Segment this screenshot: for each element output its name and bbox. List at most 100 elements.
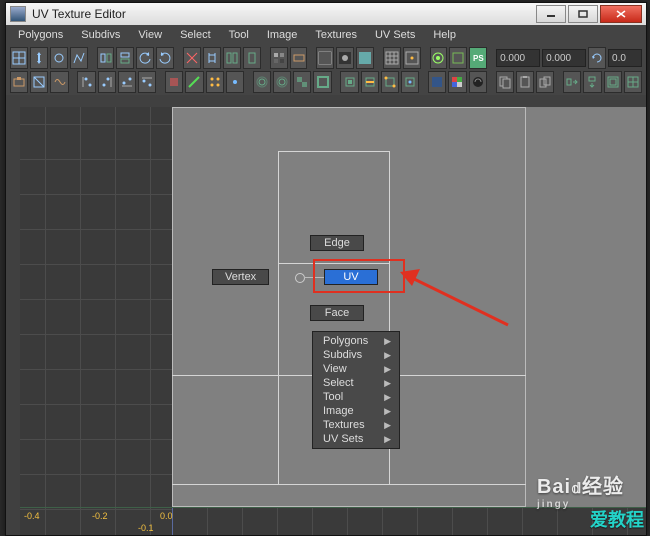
ctx-item-image[interactable]: Image▶ xyxy=(313,404,399,418)
marking-menu-vertex[interactable]: Vertex xyxy=(212,269,269,285)
tool-texture-view[interactable] xyxy=(428,71,446,93)
tool-ps-link[interactable]: PS xyxy=(469,47,487,69)
tool-convert-face[interactable] xyxy=(340,71,358,93)
ctx-item-subdivs[interactable]: Subdivs▶ xyxy=(313,348,399,362)
tool-shrink[interactable] xyxy=(273,71,291,93)
tool-cycle-v[interactable] xyxy=(583,71,601,93)
ctx-item-view[interactable]: View▶ xyxy=(313,362,399,376)
maximize-button[interactable] xyxy=(568,5,598,23)
ctx-item-uvsets[interactable]: UV Sets▶ xyxy=(313,432,399,446)
tool-shell[interactable] xyxy=(293,71,311,93)
marking-menu-face[interactable]: Face xyxy=(310,305,364,321)
tool-relax[interactable] xyxy=(50,71,68,93)
watermark-site: 爱教程 xyxy=(590,506,644,532)
tool-convert-edge[interactable] xyxy=(361,71,379,93)
shell-edge-2 xyxy=(278,375,279,485)
tool-move-sew[interactable] xyxy=(243,47,261,69)
maximize-icon xyxy=(578,10,588,18)
grid-neg-u xyxy=(20,107,172,535)
tool-normalize[interactable] xyxy=(604,71,622,93)
tool-convert-uv[interactable] xyxy=(401,71,419,93)
menu-help[interactable]: Help xyxy=(425,27,464,43)
tick-bottom: -0.1 xyxy=(138,523,154,533)
tool-select-shortest[interactable] xyxy=(70,47,88,69)
tool-duplicate[interactable] xyxy=(536,71,554,93)
tool-uv-snapshot[interactable] xyxy=(10,71,28,93)
tool-toggle-grid[interactable] xyxy=(383,47,401,69)
tool-edge-color[interactable] xyxy=(449,47,467,69)
tool-sel-vertex[interactable] xyxy=(206,71,224,93)
tool-uv-lattice[interactable] xyxy=(10,47,28,69)
toolbar-row-1: PS xyxy=(10,47,642,69)
tool-display-image[interactable] xyxy=(316,47,334,69)
tool-border[interactable] xyxy=(313,71,331,93)
tool-sew-uv[interactable] xyxy=(203,47,221,69)
tool-grow[interactable] xyxy=(253,71,271,93)
tool-flip-u[interactable] xyxy=(97,47,115,69)
close-button[interactable] xyxy=(600,5,642,23)
tool-align-u-min[interactable] xyxy=(77,71,95,93)
chevron-right-icon: ▶ xyxy=(384,378,391,389)
tool-cut-uv[interactable] xyxy=(183,47,201,69)
u-value-field[interactable] xyxy=(496,49,540,67)
tool-shaded[interactable] xyxy=(356,47,374,69)
tool-refresh[interactable] xyxy=(588,47,606,69)
tick-x-2: 0.0 xyxy=(160,511,173,521)
tool-unitize[interactable] xyxy=(624,71,642,93)
minimize-button[interactable] xyxy=(536,5,566,23)
menu-tool[interactable]: Tool xyxy=(221,27,257,43)
ruler-left xyxy=(6,107,21,535)
ctx-item-select[interactable]: Select▶ xyxy=(313,376,399,390)
ctx-item-textures[interactable]: Textures▶ xyxy=(313,418,399,432)
window-title: UV Texture Editor xyxy=(32,7,534,21)
v-value-field[interactable] xyxy=(542,49,586,67)
tool-baked[interactable] xyxy=(469,71,487,93)
move-icon xyxy=(32,51,46,65)
tool-copy-uv[interactable] xyxy=(496,71,514,93)
ctx-item-tool[interactable]: Tool▶ xyxy=(313,390,399,404)
app-window: UV Texture Editor Polygons Subdivs View … xyxy=(5,2,647,536)
toolbars: PS xyxy=(6,45,646,96)
tool-align-u-max[interactable] xyxy=(98,71,116,93)
tick-x-0: -0.4 xyxy=(24,511,40,521)
tool-sel-uv[interactable] xyxy=(226,71,244,93)
menu-subdivs[interactable]: Subdivs xyxy=(73,27,128,43)
tool-px-snap[interactable] xyxy=(403,47,421,69)
tool-layout[interactable] xyxy=(270,47,288,69)
tool-cycle-u[interactable] xyxy=(563,71,581,93)
tool-rotate-ccw[interactable] xyxy=(136,47,154,69)
tool-paste-uv[interactable] xyxy=(516,71,534,93)
app-icon xyxy=(10,6,26,22)
tool-flip-v[interactable] xyxy=(116,47,134,69)
tool-convert-vert[interactable] xyxy=(381,71,399,93)
tool-rgba[interactable] xyxy=(448,71,466,93)
tool-move-uv[interactable] xyxy=(30,47,48,69)
tool-align-v-min[interactable] xyxy=(118,71,136,93)
menu-textures[interactable]: Textures xyxy=(307,27,365,43)
chevron-right-icon: ▶ xyxy=(384,350,391,361)
grid-icon xyxy=(12,51,26,65)
ctx-item-polygons[interactable]: Polygons▶ xyxy=(313,334,399,348)
path-icon xyxy=(72,51,86,65)
tool-isolate[interactable] xyxy=(430,47,448,69)
annotation-arrow xyxy=(398,245,518,335)
tool-planar[interactable] xyxy=(290,47,308,69)
annotation-highlight xyxy=(313,259,405,293)
tool-sel-edge[interactable] xyxy=(185,71,203,93)
tool-split-uv[interactable] xyxy=(223,47,241,69)
tool-rotate-cw[interactable] xyxy=(156,47,174,69)
marking-menu-edge[interactable]: Edge xyxy=(310,235,364,251)
menu-view[interactable]: View xyxy=(130,27,170,43)
toolbar-row-2 xyxy=(10,71,642,93)
tool-dim-image[interactable] xyxy=(336,47,354,69)
rot-value-field[interactable] xyxy=(608,49,642,67)
tool-align-v-max[interactable] xyxy=(138,71,156,93)
menu-select[interactable]: Select xyxy=(172,27,219,43)
menu-image[interactable]: Image xyxy=(259,27,306,43)
menu-polygons[interactable]: Polygons xyxy=(10,27,71,43)
tool-smudge-uv[interactable] xyxy=(50,47,68,69)
menu-uvsets[interactable]: UV Sets xyxy=(367,27,423,43)
tool-unfold[interactable] xyxy=(30,71,48,93)
chevron-right-icon: ▶ xyxy=(384,364,391,375)
tool-sel-face[interactable] xyxy=(165,71,183,93)
